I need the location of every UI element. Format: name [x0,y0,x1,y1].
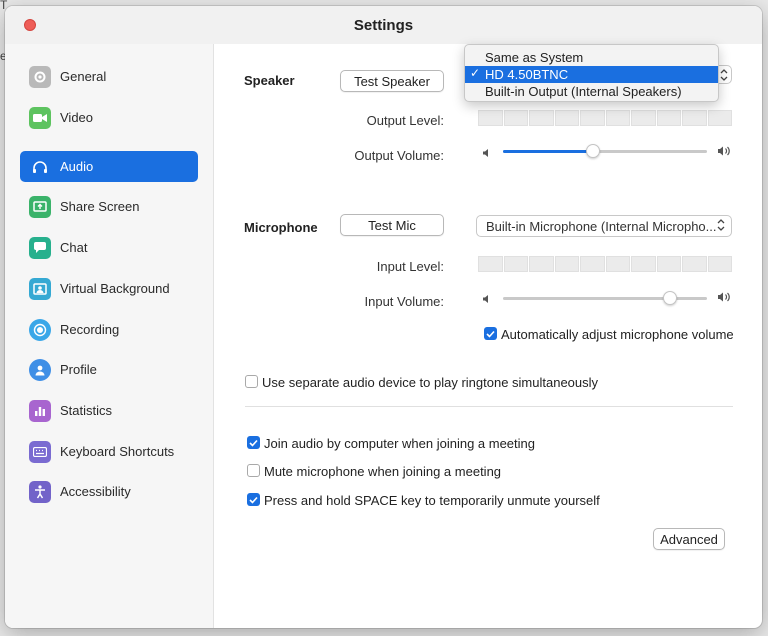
speaker-option-built-in-output[interactable]: Built-in Output (Internal Speakers) [465,83,718,100]
input-level-label: Input Level: [376,259,444,274]
sidebar-item-keyboard-shortcuts[interactable]: Keyboard Shortcuts [20,436,198,467]
sidebar-item-profile[interactable]: Profile [20,354,198,385]
join-audio-checkbox[interactable] [247,436,260,449]
sidebar-item-label: Chat [60,240,88,255]
sidebar-item-accessibility[interactable]: Accessibility [20,476,198,507]
share-screen-icon [29,195,51,218]
sidebar-item-label: Statistics [60,403,113,418]
test-speaker-button[interactable]: Test Speaker [340,70,444,92]
sidebar-item-label: Video [60,110,94,125]
sidebar-item-label: Keyboard Shortcuts [60,444,175,459]
volume-high-icon [717,144,733,162]
accessibility-icon [29,480,51,503]
section-divider [245,406,733,407]
sidebar-item-share-screen[interactable]: Share Screen [20,191,198,222]
checkmark-icon: ✓ [470,66,481,80]
input-volume-slider[interactable] [503,291,707,305]
output-volume-label: Output Volume: [354,148,444,163]
sidebar-item-video[interactable]: Video [20,102,198,133]
sidebar-item-chat[interactable]: Chat [20,232,198,263]
mute-mic-checkbox[interactable] [247,464,260,477]
speaker-option-hd-450btnc[interactable]: ✓ HD 4.50BTNC [465,66,718,83]
output-volume-fill [503,150,593,153]
output-volume-slider[interactable] [503,144,707,158]
sidebar-item-virtual-background[interactable]: Virtual Background [20,273,198,304]
sidebar-item-label: Audio [60,159,94,174]
keyboard-icon [29,440,51,463]
sidebar-item-statistics[interactable]: Statistics [20,395,198,426]
sidebar: General Video Audio Share Screen Chat Vi… [5,44,214,628]
input-volume-knob[interactable] [663,291,678,305]
test-mic-button[interactable]: Test Mic [340,214,444,236]
output-level-label: Output Level: [366,113,444,128]
auto-adjust-mic-label: Automatically adjust microphone volume [501,327,734,342]
sidebar-item-label: Profile [60,362,97,377]
headphones-icon [29,156,51,178]
volume-low-icon [482,291,492,309]
record-icon [29,318,51,341]
input-level-meter [478,256,732,272]
chevron-updown-icon [716,218,726,235]
speaker-section-label: Speaker [244,73,295,88]
video-camera-icon [29,106,51,129]
space-unmute-label: Press and hold SPACE key to temporarily … [264,493,600,508]
title-bar: Settings [5,6,762,44]
microphone-select[interactable]: Built-in Microphone (Internal Micropho..… [476,215,732,237]
sidebar-item-recording[interactable]: Recording [20,314,198,345]
space-unmute-checkbox[interactable] [247,493,260,506]
sidebar-item-label: Recording [60,322,120,337]
output-level-meter [478,110,732,126]
statistics-icon [29,399,51,422]
microphone-selected-device: Built-in Microphone (Internal Micropho..… [486,218,717,234]
sidebar-item-label: Share Screen [60,199,140,214]
speaker-option-label: HD 4.50BTNC [485,67,569,82]
advanced-button[interactable]: Advanced [653,528,725,550]
window-title: Settings [353,17,414,34]
output-volume-knob[interactable] [585,144,600,158]
speaker-dropdown-menu: Same as System ✓ HD 4.50BTNC Built-in Ou… [464,44,719,102]
sidebar-item-label: Accessibility [60,484,131,499]
join-audio-label: Join audio by computer when joining a me… [264,436,536,451]
speaker-option-same-as-system[interactable]: Same as System [465,49,718,66]
chat-bubble-icon [29,236,51,259]
sidebar-item-label: General [60,69,107,84]
input-volume-label: Input Volume: [364,294,445,309]
mute-mic-label: Mute microphone when joining a meeting [264,464,502,479]
audio-settings-panel: Speaker Test Speaker Output Level: Outpu… [214,44,762,628]
sidebar-item-label: Virtual Background [60,281,170,296]
volume-high-icon [717,290,733,308]
separate-ringtone-device-label: Use separate audio device to play ringto… [262,375,599,390]
gear-icon [29,65,51,88]
microphone-section-label: Microphone [244,220,318,235]
sidebar-item-general[interactable]: General [20,61,198,92]
profile-icon [29,358,51,381]
speaker-option-label: Same as System [485,50,584,65]
sidebar-item-audio[interactable]: Audio [20,151,198,182]
volume-low-icon [482,145,492,163]
separate-ringtone-device-checkbox[interactable] [245,375,258,388]
auto-adjust-mic-checkbox[interactable] [484,327,497,340]
virtual-background-icon [29,277,51,300]
speaker-option-label: Built-in Output (Internal Speakers) [485,84,682,99]
